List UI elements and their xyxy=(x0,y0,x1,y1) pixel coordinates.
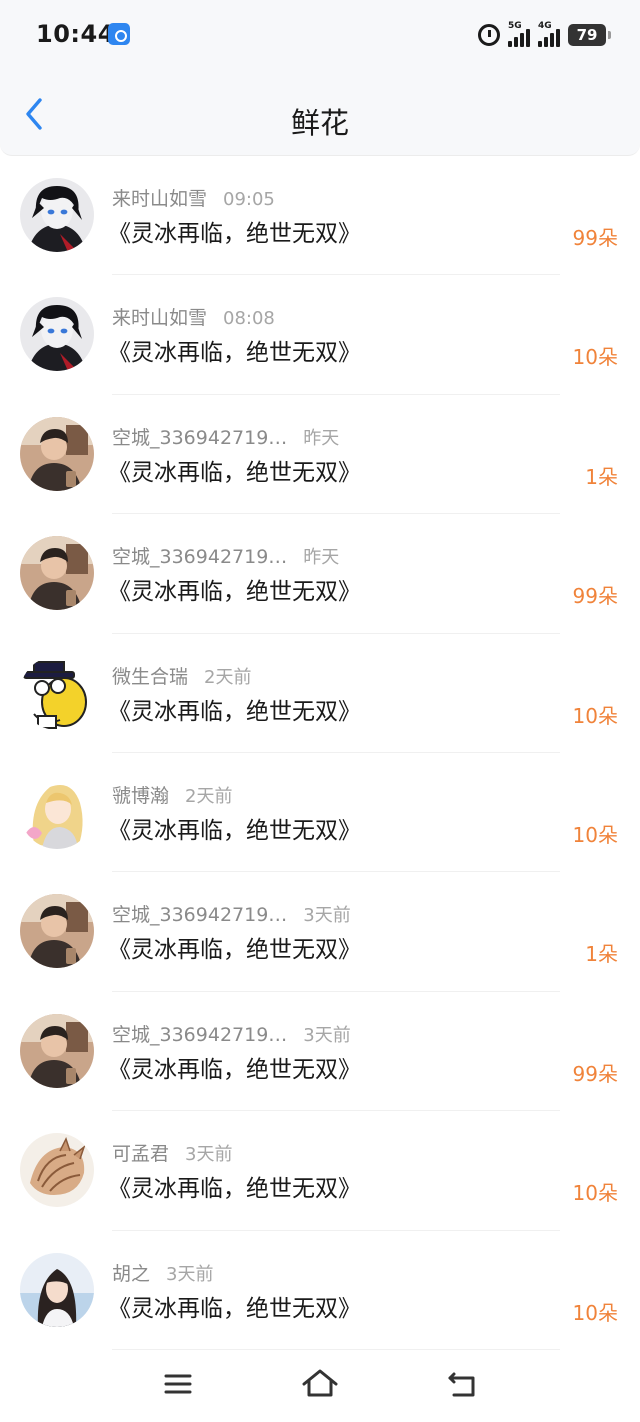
book-title: 《灵冰再临，绝世无双》 xyxy=(108,459,361,486)
item-meta: 虢博瀚 2天前 xyxy=(112,781,232,808)
username[interactable]: 来时山如雪 xyxy=(112,303,207,330)
flower-count: 10朵 xyxy=(572,1181,618,1206)
book-title: 《灵冰再临，绝世无双》 xyxy=(108,340,361,367)
book-title: 《灵冰再临，绝世无双》 xyxy=(108,1176,361,1203)
signal-4g-icon: 4G xyxy=(538,21,560,47)
status-icons: 5G 4G 79 xyxy=(478,21,611,48)
flower-count: 10朵 xyxy=(572,703,618,728)
list-item[interactable]: 来时山如雪 09:05 《灵冰再临，绝世无双》 99朵 xyxy=(0,156,640,276)
flower-count: 1朵 xyxy=(585,464,618,489)
timestamp: 09:05 xyxy=(223,189,275,210)
username[interactable]: 来时山如雪 xyxy=(112,184,207,211)
book-title: 《灵冰再临，绝世无双》 xyxy=(108,1295,361,1322)
book-title: 《灵冰再临，绝世无双》 xyxy=(108,579,361,606)
status-time: 10:44 xyxy=(36,20,115,48)
timestamp: 昨天 xyxy=(303,427,340,449)
timestamp: 3天前 xyxy=(303,1024,351,1046)
alarm-icon xyxy=(478,24,500,46)
nav-header: 鲜花 xyxy=(0,70,640,156)
item-meta: 空城_336942719… 3天前 xyxy=(112,1020,351,1047)
back-icon xyxy=(448,1372,475,1397)
item-meta: 来时山如雪 08:08 xyxy=(112,303,275,330)
list-item[interactable]: 空城_336942719… 3天前《灵冰再临，绝世无双》 99朵 xyxy=(0,992,640,1112)
username[interactable]: 空城_336942719… xyxy=(112,423,287,450)
timestamp: 3天前 xyxy=(185,1144,233,1166)
list-item[interactable]: 空城_336942719… 3天前《灵冰再临，绝世无双》 1朵 xyxy=(0,872,640,992)
item-meta: 胡之 3天前 xyxy=(112,1259,213,1286)
avatar[interactable] xyxy=(20,774,94,849)
hotspot-icon xyxy=(108,23,130,45)
item-meta: 空城_336942719… 昨天 xyxy=(112,423,339,450)
battery-icon: 79 xyxy=(568,24,611,46)
flower-list: 来时山如雪 09:05 《灵冰再临，绝世无双》 99朵 来时山如雪 08:08 《灵冰再临，… xyxy=(0,156,640,1350)
flower-count: 99朵 xyxy=(572,1061,618,1086)
flower-count: 10朵 xyxy=(572,822,618,847)
avatar[interactable] xyxy=(20,536,94,611)
avatar[interactable] xyxy=(20,1252,94,1327)
username[interactable]: 胡之 xyxy=(112,1259,150,1286)
signal-5g-icon: 5G xyxy=(508,21,530,47)
timestamp: 3天前 xyxy=(303,905,351,927)
list-item[interactable]: 来时山如雪 08:08 《灵冰再临，绝世无双》 10朵 xyxy=(0,275,640,395)
username[interactable]: 虢博瀚 xyxy=(112,781,169,808)
book-title: 《灵冰再临，绝世无双》 xyxy=(108,937,361,964)
list-item[interactable]: 空城_336942719… 昨天《灵冰再临，绝世无双》 99朵 xyxy=(0,514,640,634)
list-item[interactable]: 可孟君 3天前《灵冰再临，绝世无双》 10朵 xyxy=(0,1111,640,1231)
page-title: 鲜花 xyxy=(290,106,349,140)
username[interactable]: 空城_336942719… xyxy=(112,1020,287,1047)
list-item[interactable]: 虢博瀚 2天前《灵冰再临，绝世无双》 10朵 xyxy=(0,753,640,873)
timestamp: 2天前 xyxy=(185,785,233,807)
item-meta: 空城_336942719… 昨天 xyxy=(112,542,339,569)
menu-button[interactable] xyxy=(158,1364,198,1404)
avatar[interactable] xyxy=(20,655,94,730)
system-nav-bar xyxy=(0,1350,640,1422)
book-title: 《灵冰再临，绝世无双》 xyxy=(108,221,361,247)
avatar[interactable] xyxy=(20,1133,94,1208)
avatar[interactable] xyxy=(20,178,94,252)
nav-back-button[interactable] xyxy=(442,1364,482,1404)
book-title: 《灵冰再临，绝世无双》 xyxy=(108,817,361,844)
username[interactable]: 空城_336942719… xyxy=(112,542,287,569)
list-item[interactable]: 微生合瑞 2天前《灵冰再临，绝世无双》 10朵 xyxy=(0,634,640,753)
status-bar: 10:44 5G 4G 79 xyxy=(0,0,640,70)
item-meta: 来时山如雪 09:05 xyxy=(112,184,275,211)
timestamp: 昨天 xyxy=(303,547,340,569)
timestamp: 3天前 xyxy=(166,1263,214,1285)
item-meta: 微生合瑞 2天前 xyxy=(112,662,251,689)
flower-count: 10朵 xyxy=(572,345,618,370)
avatar[interactable] xyxy=(20,297,94,372)
username[interactable]: 微生合瑞 xyxy=(112,662,188,689)
flower-count: 10朵 xyxy=(572,1300,618,1325)
avatar[interactable] xyxy=(20,894,94,969)
menu-icon xyxy=(164,1374,192,1394)
book-title: 《灵冰再临，绝世无双》 xyxy=(108,698,361,725)
item-meta: 可孟君 3天前 xyxy=(112,1139,232,1166)
timestamp: 08:08 xyxy=(223,308,275,330)
username[interactable]: 空城_336942719… xyxy=(112,900,287,927)
home-button[interactable] xyxy=(300,1364,340,1404)
flower-count: 99朵 xyxy=(572,584,618,609)
avatar[interactable] xyxy=(20,1013,94,1088)
list-item[interactable]: 胡之 3天前《灵冰再临，绝世无双》 10朵 xyxy=(0,1231,640,1350)
username[interactable]: 可孟君 xyxy=(112,1139,169,1166)
avatar[interactable] xyxy=(20,416,94,491)
timestamp: 2天前 xyxy=(204,666,252,688)
home-icon xyxy=(302,1369,338,1397)
flower-count: 99朵 xyxy=(572,226,618,250)
flower-count: 1朵 xyxy=(585,942,618,967)
item-meta: 空城_336942719… 3天前 xyxy=(112,900,351,927)
list-item[interactable]: 空城_336942719… 昨天《灵冰再临，绝世无双》 1朵 xyxy=(0,395,640,515)
book-title: 《灵冰再临，绝世无双》 xyxy=(108,1056,361,1083)
